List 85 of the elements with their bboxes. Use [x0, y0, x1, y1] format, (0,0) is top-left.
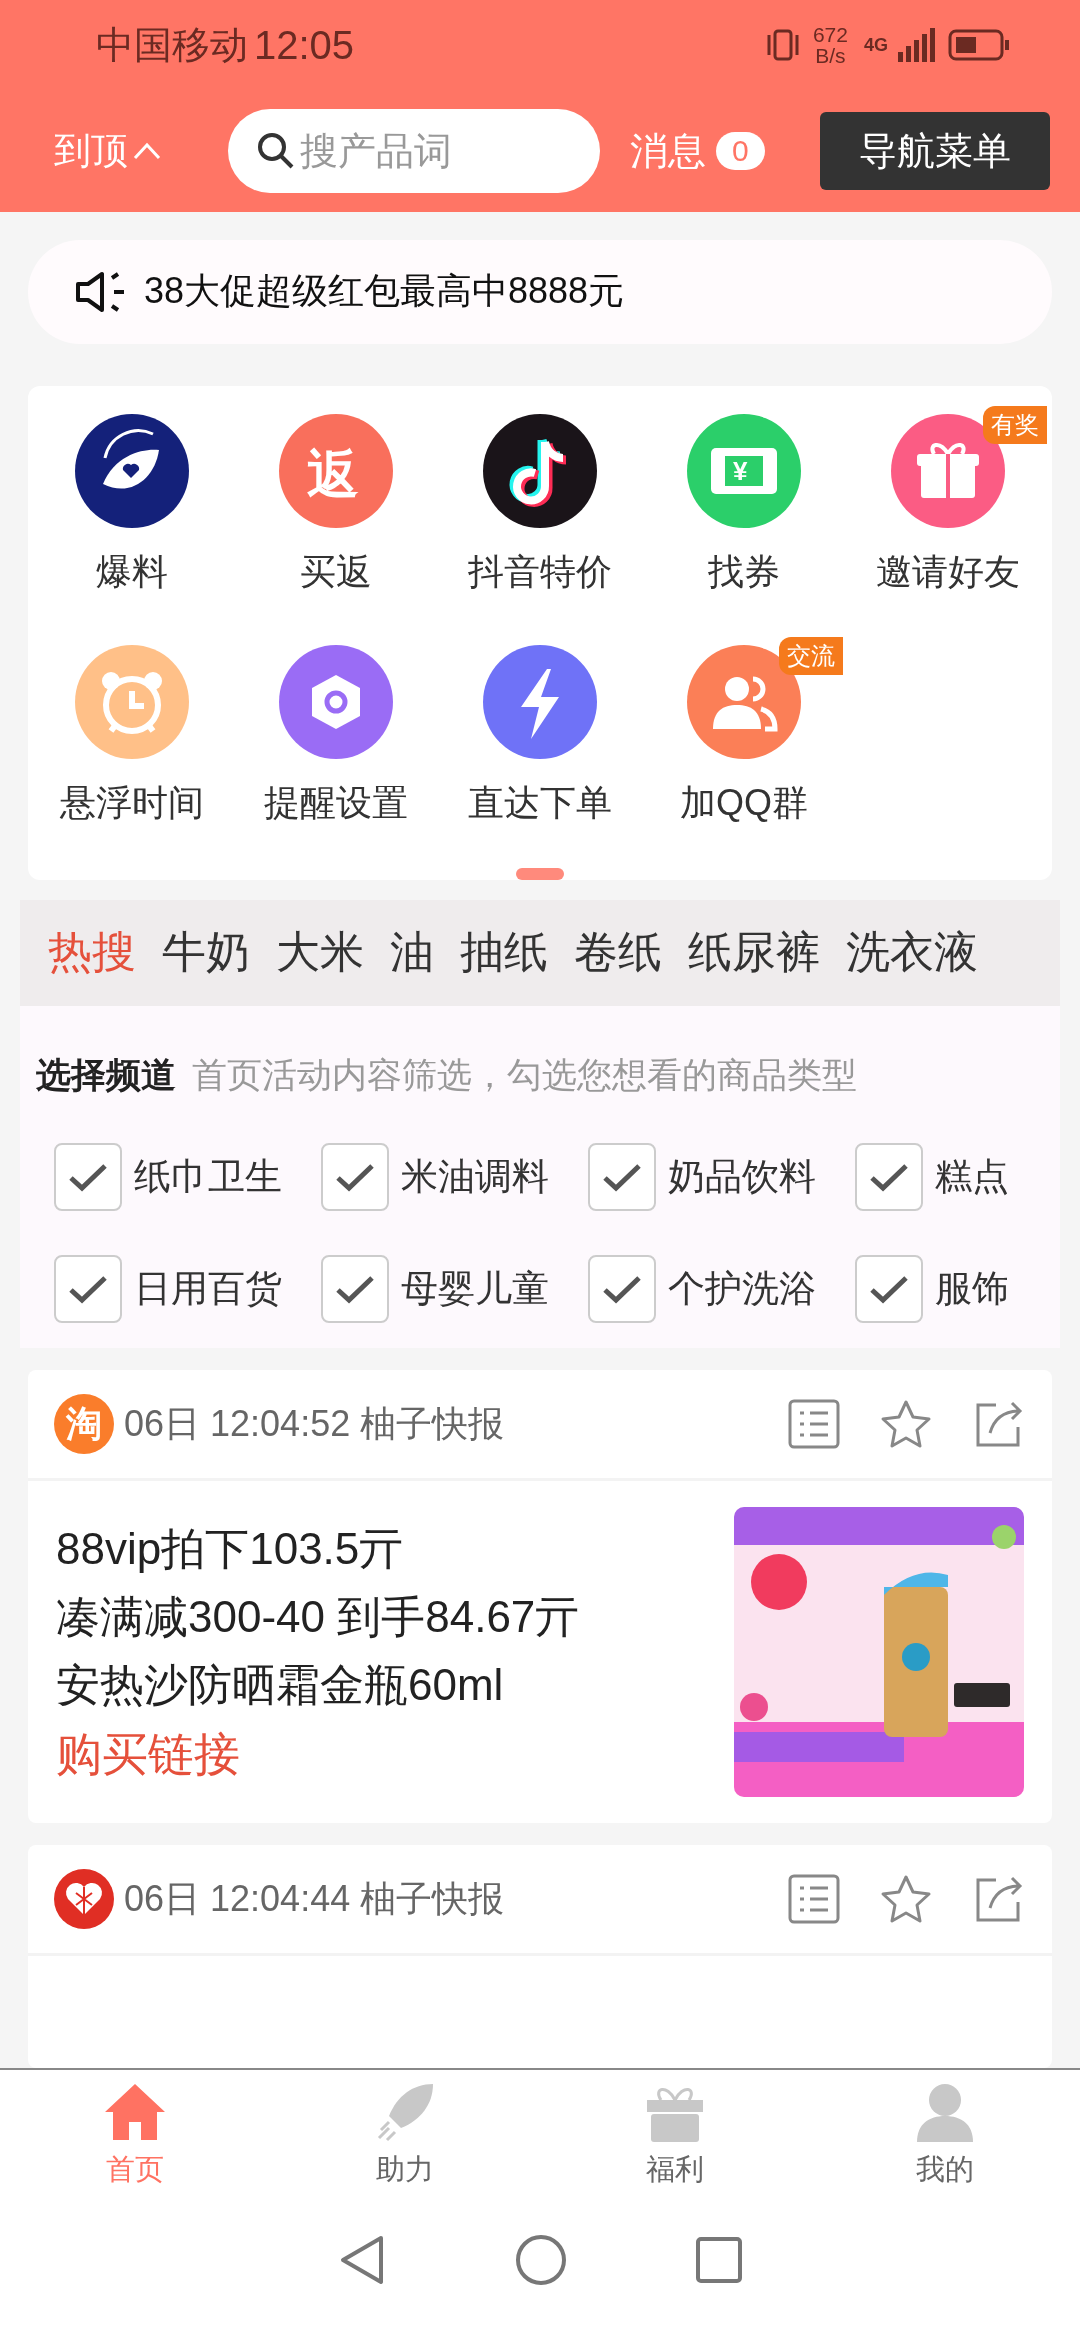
channel-label: 服饰: [935, 1266, 1009, 1311]
rebate-icon: [279, 413, 393, 528]
tab[interactable]: 福利: [540, 2070, 810, 2200]
source-logo: 淘: [54, 1394, 114, 1454]
hot-search-term[interactable]: 大米: [276, 923, 364, 983]
post-text-line: 88vip拍下103.5亓: [56, 1523, 405, 1575]
shortcut-label[interactable]: 加QQ群: [680, 778, 808, 828]
notice-text: 38大促超级红包最高中8888元: [144, 269, 625, 314]
icon-glyph: 返: [307, 443, 359, 505]
search-field[interactable]: 搜产品词: [228, 109, 600, 193]
star-icon[interactable]: [880, 1874, 932, 1924]
checkbox[interactable]: [321, 1254, 389, 1323]
search-icon: [256, 131, 296, 171]
alarm-clock-icon: [75, 644, 189, 759]
hot-search-label: 热搜: [48, 926, 136, 979]
shortcut-label[interactable]: 邀请好友: [876, 547, 1020, 597]
hot-search-term[interactable]: 油: [390, 923, 434, 983]
channel-label: 母婴儿童: [401, 1266, 549, 1311]
checkbox[interactable]: [321, 1142, 389, 1211]
net-unit: B/s: [815, 45, 846, 66]
checkbox[interactable]: [855, 1142, 923, 1211]
channel-label: 个护洗浴: [668, 1266, 816, 1311]
channel-label: 奶品饮料: [668, 1154, 816, 1199]
checkbox[interactable]: [54, 1142, 122, 1211]
tag-badge: 交流: [779, 636, 843, 675]
list-icon[interactable]: [788, 1874, 840, 1924]
post-meta: 06日 12:04:44 柚子快报: [124, 1876, 505, 1921]
check-icon: [335, 1161, 375, 1192]
post-text-line: 凑满减300-40 到手84.67亓: [56, 1591, 581, 1643]
check-icon: [869, 1273, 909, 1304]
hot-search-term[interactable]: 抽纸: [460, 923, 548, 983]
check-icon: [335, 1273, 375, 1304]
net-speed: 672: [812, 24, 848, 45]
channel-hint: 首页活动内容筛选，勾选您想看的商品类型: [192, 1053, 857, 1096]
list-icon[interactable]: [788, 1399, 840, 1449]
lightning-icon: [483, 644, 597, 759]
shortcut-label[interactable]: 悬浮时间: [60, 778, 204, 828]
tab[interactable]: 我的: [810, 2070, 1080, 2200]
check-icon: [602, 1161, 642, 1192]
message-count: 0: [716, 132, 765, 170]
page-indicator: [516, 867, 564, 880]
check-icon: [602, 1273, 642, 1304]
post-text-line: 安热沙防晒霜金瓶60ml: [56, 1659, 505, 1711]
shortcut-label[interactable]: 爆料: [96, 547, 168, 597]
checkbox[interactable]: [855, 1254, 923, 1323]
check-icon: [68, 1161, 108, 1192]
hot-search-term[interactable]: 纸尿裤: [688, 923, 820, 983]
post-meta: 06日 12:04:52 柚子快报: [124, 1401, 505, 1446]
hot-search-term[interactable]: 卷纸: [574, 923, 662, 983]
battery-icon: [948, 28, 1010, 62]
channel-label: 日用百货: [134, 1266, 282, 1311]
shortcut-label[interactable]: 买返: [300, 547, 372, 597]
checkbox[interactable]: [54, 1254, 122, 1323]
star-icon[interactable]: [880, 1399, 932, 1449]
buy-link[interactable]: 购买链接: [56, 1719, 734, 1789]
network-type: 4G: [864, 34, 888, 56]
channel-label: 米油调料: [401, 1154, 549, 1199]
tag-badge: 有奖: [983, 405, 1047, 444]
channel-title: 选择频道: [36, 1053, 176, 1096]
home-circle-icon[interactable]: [515, 2234, 567, 2286]
recents-icon[interactable]: [695, 2236, 743, 2284]
icon-glyph: ¥: [733, 455, 748, 487]
channel-label: 纸巾卫生: [134, 1154, 282, 1199]
clock: 12:05: [254, 22, 355, 68]
ticket-icon: [687, 413, 801, 528]
signal-icon: [898, 28, 938, 62]
carrier: 中国移动: [96, 22, 248, 68]
notice-bar[interactable]: 38大促超级红包最高中8888元: [28, 240, 1052, 344]
chevron-up-icon: [132, 141, 162, 161]
checkbox[interactable]: [588, 1142, 656, 1211]
hot-search-term[interactable]: 洗衣液: [846, 923, 978, 983]
nav-menu-button[interactable]: 导航菜单: [820, 112, 1050, 190]
shortcut-label[interactable]: 抖音特价: [468, 547, 612, 597]
channel-label: 糕点: [935, 1154, 1009, 1199]
shortcut-label[interactable]: 找券: [708, 547, 780, 597]
heart-logo-icon: [54, 1869, 114, 1929]
hot-search-term[interactable]: 牛奶: [162, 923, 250, 983]
check-icon: [869, 1161, 909, 1192]
shortcut-label[interactable]: 提醒设置: [264, 778, 408, 828]
tab[interactable]: 助力: [270, 2070, 540, 2200]
shortcut-label[interactable]: 直达下单: [468, 778, 612, 828]
music-note-icon: [483, 413, 597, 528]
checkbox[interactable]: [588, 1254, 656, 1323]
check-icon: [68, 1273, 108, 1304]
eye-icon: [75, 413, 189, 528]
